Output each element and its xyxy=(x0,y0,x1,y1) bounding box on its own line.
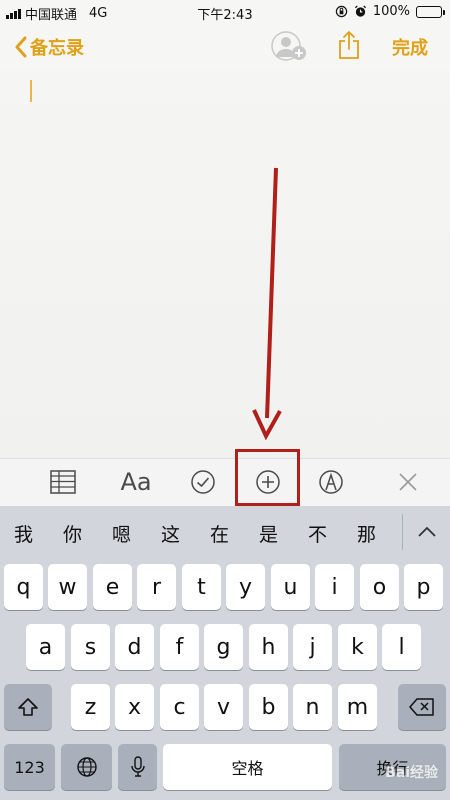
key-x[interactable]: x xyxy=(115,684,154,730)
key-n[interactable]: n xyxy=(293,684,332,730)
status-bar: 中国联通 4G 下午2:43 100% xyxy=(0,0,450,24)
key-k[interactable]: k xyxy=(338,624,377,670)
key-w[interactable]: w xyxy=(48,564,87,610)
nav-bar: 备忘录 完成 xyxy=(0,24,450,68)
back-label: 备忘录 xyxy=(30,38,84,59)
key-m[interactable]: m xyxy=(338,684,377,730)
chevron-left-icon xyxy=(15,36,27,58)
backspace-icon xyxy=(409,698,434,716)
checklist-icon xyxy=(191,470,215,494)
done-button[interactable]: 完成 xyxy=(392,34,428,60)
add-people-icon[interactable] xyxy=(270,30,308,62)
key-b[interactable]: b xyxy=(249,684,288,730)
alarm-icon xyxy=(354,5,366,17)
key-g[interactable]: g xyxy=(204,624,243,670)
keyboard: q w e r t y u i o p a s d f g h j k l z … xyxy=(0,558,450,800)
note-editor[interactable] xyxy=(0,68,450,458)
format-button[interactable]: Aa xyxy=(116,467,156,497)
highlight-box xyxy=(235,449,300,506)
battery-percent: 100% xyxy=(372,4,410,19)
table-icon xyxy=(50,470,76,494)
key-l[interactable]: l xyxy=(382,624,421,670)
key-e[interactable]: e xyxy=(93,564,132,610)
close-button[interactable] xyxy=(395,467,421,497)
key-y[interactable]: y xyxy=(226,564,265,610)
candidate-8[interactable]: 那 xyxy=(357,520,376,547)
candidate-1[interactable]: 我 xyxy=(14,520,33,547)
key-c[interactable]: c xyxy=(160,684,199,730)
chevron-up-icon[interactable] xyxy=(412,518,442,546)
candidate-6[interactable]: 是 xyxy=(259,520,278,547)
globe-key[interactable] xyxy=(61,744,112,790)
key-t[interactable]: t xyxy=(182,564,221,610)
candidate-4[interactable]: 这 xyxy=(161,520,180,547)
table-button[interactable] xyxy=(48,467,78,497)
key-u[interactable]: u xyxy=(271,564,310,610)
status-right: 100% xyxy=(335,4,445,19)
key-i[interactable]: i xyxy=(315,564,354,610)
key-j[interactable]: j xyxy=(293,624,332,670)
candidate-5[interactable]: 在 xyxy=(210,520,229,547)
key-q[interactable]: q xyxy=(4,564,43,610)
key-a[interactable]: a xyxy=(26,624,65,670)
back-button[interactable]: 备忘录 xyxy=(14,34,84,60)
key-d[interactable]: d xyxy=(115,624,154,670)
globe-icon xyxy=(76,757,97,777)
share-icon[interactable] xyxy=(337,30,361,60)
format-toolbar: Aa xyxy=(0,458,450,506)
candidate-7[interactable]: 不 xyxy=(308,520,327,547)
key-p[interactable]: p xyxy=(404,564,443,610)
shift-icon xyxy=(18,698,38,716)
candidate-3[interactable]: 嗯 xyxy=(112,520,131,547)
numbers-key[interactable]: 123 xyxy=(4,744,55,790)
microphone-icon xyxy=(130,756,145,777)
candidate-divider xyxy=(402,514,403,550)
key-s[interactable]: s xyxy=(71,624,110,670)
key-v[interactable]: v xyxy=(204,684,243,730)
candidate-bar: 我 你 嗯 这 在 是 不 那 xyxy=(0,506,450,558)
checklist-button[interactable] xyxy=(188,467,218,497)
delete-key[interactable] xyxy=(398,684,446,730)
battery-icon xyxy=(416,5,445,18)
dictation-key[interactable] xyxy=(118,744,157,790)
text-cursor xyxy=(30,80,32,102)
candidate-2[interactable]: 你 xyxy=(63,520,82,547)
key-r[interactable]: r xyxy=(137,564,176,610)
space-key[interactable]: 空格 xyxy=(163,744,332,790)
key-f[interactable]: f xyxy=(160,624,199,670)
shift-key[interactable] xyxy=(4,684,52,730)
key-z[interactable]: z xyxy=(71,684,110,730)
key-o[interactable]: o xyxy=(360,564,399,610)
orientation-lock-icon xyxy=(335,5,348,18)
watermark: Bai经验 xyxy=(385,765,438,781)
close-icon xyxy=(399,473,417,491)
markup-icon xyxy=(319,470,343,494)
key-h[interactable]: h xyxy=(249,624,288,670)
markup-button[interactable] xyxy=(316,467,346,497)
